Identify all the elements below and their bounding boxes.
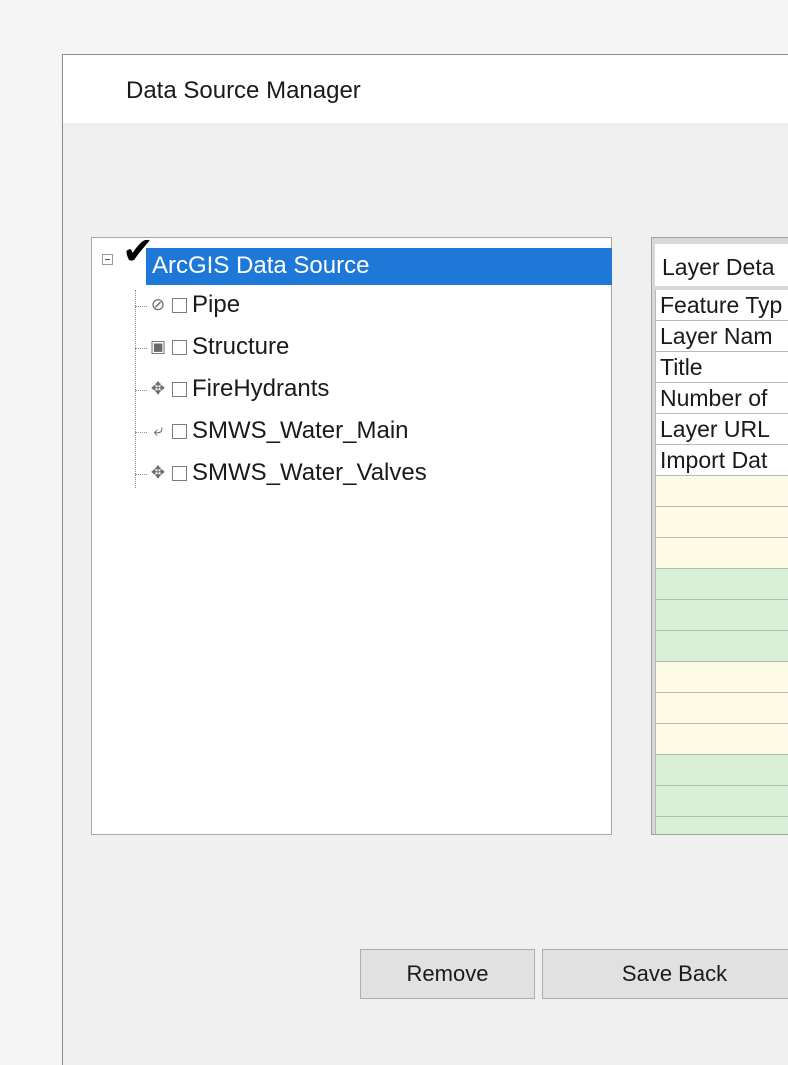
structure-feature-icon: ▣ bbox=[149, 337, 167, 357]
tree-branch-line bbox=[135, 390, 147, 391]
grid-row-empty[interactable] bbox=[655, 631, 788, 662]
remove-button[interactable]: Remove bbox=[360, 949, 535, 999]
grid-row-layer-url[interactable]: Layer URL bbox=[655, 414, 788, 445]
tree-item-pipe[interactable]: ⊘ Pipe bbox=[135, 287, 535, 327]
grid-row-empty[interactable] bbox=[655, 693, 788, 724]
grid-row-empty[interactable] bbox=[655, 507, 788, 538]
tree-branch-line bbox=[135, 348, 147, 349]
grid-header: Layer Deta bbox=[655, 244, 788, 286]
grid-row-empty[interactable] bbox=[655, 569, 788, 600]
grid-row-empty[interactable] bbox=[655, 600, 788, 631]
tree-item-label[interactable]: SMWS_Water_Main bbox=[192, 417, 409, 445]
grid-row-empty[interactable] bbox=[655, 538, 788, 569]
tree-item-firehydrants[interactable]: ✥ FireHydrants bbox=[135, 371, 535, 411]
save-back-button[interactable]: Save Back bbox=[542, 949, 788, 999]
layer-checkbox[interactable] bbox=[172, 340, 187, 355]
tree-item-label[interactable]: SMWS_Water_Valves bbox=[192, 459, 427, 487]
layer-checkbox[interactable] bbox=[172, 382, 187, 397]
tree-branch-line bbox=[135, 432, 147, 433]
layer-checkbox[interactable] bbox=[172, 466, 187, 481]
tree-item-structure[interactable]: ▣ Structure bbox=[135, 329, 535, 369]
layer-checkbox[interactable] bbox=[172, 424, 187, 439]
grid-row-empty[interactable] bbox=[655, 786, 788, 817]
grid-row-number-of[interactable]: Number of bbox=[655, 383, 788, 414]
tree-item-smws-water-valves[interactable]: ✥ SMWS_Water_Valves bbox=[135, 455, 535, 495]
tree-branch-line bbox=[135, 474, 147, 475]
collapse-icon[interactable] bbox=[102, 254, 113, 265]
tree-item-label[interactable]: Pipe bbox=[192, 291, 240, 319]
grid-row-title[interactable]: Title bbox=[655, 352, 788, 383]
grid-row-empty[interactable] bbox=[655, 755, 788, 786]
tree-branch-line bbox=[135, 306, 147, 307]
line-feature-icon: ⤶ bbox=[153, 421, 163, 441]
tree-item-label[interactable]: Structure bbox=[192, 333, 289, 361]
data-source-tree[interactable]: ✔ ArcGIS Data Source ⊘ Pipe ▣ Structure … bbox=[91, 232, 612, 835]
grid-row-layer-name[interactable]: Layer Nam bbox=[655, 321, 788, 352]
tree-item-label[interactable]: FireHydrants bbox=[192, 375, 329, 403]
grid-row-empty[interactable] bbox=[655, 724, 788, 755]
title-bar: Data Source Manager bbox=[63, 55, 788, 123]
point-feature-icon: ✥ bbox=[150, 463, 166, 483]
layer-details-grid[interactable]: Layer Deta Feature Typ Layer Nam Title N… bbox=[651, 237, 788, 835]
grid-row-empty[interactable] bbox=[655, 817, 788, 834]
grid-row-feature-type[interactable]: Feature Typ bbox=[655, 290, 788, 321]
tree-item-smws-water-main[interactable]: ⤶ SMWS_Water_Main bbox=[135, 413, 535, 453]
grid-row-import-date[interactable]: Import Dat bbox=[655, 445, 788, 476]
layer-checkbox[interactable] bbox=[172, 298, 187, 313]
grid-row-empty[interactable] bbox=[655, 662, 788, 693]
point-feature-icon: ✥ bbox=[150, 379, 166, 399]
tree-root-label[interactable]: ArcGIS Data Source bbox=[146, 248, 612, 285]
data-source-manager-window: Data Source Manager ✔ ArcGIS Data Source… bbox=[62, 54, 788, 1065]
grid-row-empty[interactable] bbox=[655, 476, 788, 507]
window-title: Data Source Manager bbox=[126, 77, 361, 104]
grid-rows: Feature Typ Layer Nam Title Number of La… bbox=[655, 290, 788, 834]
line-feature-icon: ⊘ bbox=[150, 295, 166, 315]
